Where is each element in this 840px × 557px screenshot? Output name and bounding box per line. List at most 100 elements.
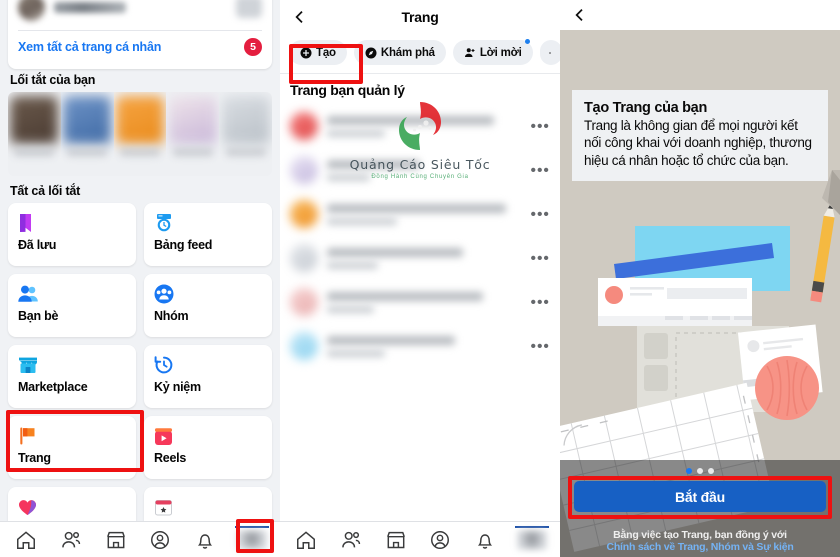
- start-button[interactable]: Bắt đầu: [574, 481, 826, 512]
- panel-create-page: Tạo Trang của bạn Trang là không gian để…: [560, 0, 840, 557]
- nav-profile-icon[interactable]: [145, 527, 175, 553]
- table-row[interactable]: •••: [280, 236, 560, 280]
- carousel-dot-active[interactable]: [686, 468, 692, 474]
- avatar: [290, 332, 318, 360]
- page-name-redacted: [327, 335, 522, 357]
- nav-home-icon[interactable]: [11, 527, 41, 553]
- active-indicator: [514, 525, 549, 528]
- carousel-dot[interactable]: [708, 468, 714, 474]
- nav-menu-avatar[interactable]: [514, 525, 549, 553]
- shortcut-item[interactable]: [114, 92, 167, 176]
- tile-saved[interactable]: Đã lưu: [8, 203, 136, 266]
- table-row[interactable]: •••: [280, 104, 560, 148]
- avatar: [290, 244, 318, 272]
- see-all-profiles-label: Xem tất cả trang cá nhân: [18, 40, 162, 54]
- legal-policy-link[interactable]: Chính sách về Trang, Nhóm và Sự kiện: [576, 541, 824, 554]
- nav-notifications-icon[interactable]: [470, 527, 500, 553]
- reels-icon: [154, 425, 262, 447]
- table-row[interactable]: •••: [280, 280, 560, 324]
- chip-kham-pha[interactable]: Khám phá: [353, 40, 446, 65]
- tile-label: Đã lưu: [18, 238, 57, 252]
- shortcut-item[interactable]: [219, 92, 272, 176]
- tile-label: Kỷ niệm: [154, 380, 201, 394]
- bookmark-icon: [18, 212, 126, 234]
- create-page-body: Tạo Trang của bạn Trang là không gian để…: [560, 30, 840, 557]
- page-name-redacted: [327, 159, 522, 181]
- shortcut-tile-grid: Đã lưu Bảng feed Bạn bè Nhóm Marketplace…: [8, 203, 272, 550]
- profile-name-redacted: [54, 1, 126, 13]
- groups-icon: [154, 283, 262, 305]
- back-button[interactable]: [572, 7, 588, 23]
- menu-avatar: [236, 529, 267, 550]
- shortcut-item[interactable]: [61, 92, 114, 176]
- pages-flag-icon: [18, 425, 126, 447]
- avatar: [290, 112, 318, 140]
- tile-label: Bạn bè: [18, 309, 59, 323]
- more-options-icon[interactable]: •••: [531, 206, 550, 223]
- table-row[interactable]: •••: [280, 148, 560, 192]
- more-options-icon[interactable]: •••: [531, 294, 550, 311]
- nav-notifications-icon[interactable]: [190, 527, 220, 553]
- nav-friends-icon[interactable]: [56, 527, 86, 553]
- tile-marketplace[interactable]: Marketplace: [8, 345, 136, 408]
- tile-feeds[interactable]: Bảng feed: [144, 203, 272, 266]
- page-name-redacted: [327, 291, 522, 313]
- shortcut-item[interactable]: [166, 92, 219, 176]
- profile-thumb-redacted: [236, 0, 262, 18]
- shortcuts-heading: Lối tắt của bạn: [10, 73, 96, 87]
- tile-pages[interactable]: Trang: [8, 416, 136, 479]
- shortcuts-strip[interactable]: [8, 92, 272, 176]
- nav-home-icon[interactable]: [291, 527, 321, 553]
- create-page-description: Trang là không gian để mọi người kết nối…: [584, 118, 812, 168]
- chip-loi-moi[interactable]: Lời mời: [452, 39, 533, 65]
- legal-line-1: Bằng việc tạo Trang, bạn đồng ý với: [613, 529, 787, 542]
- avatar: [290, 288, 318, 316]
- friends-icon: [18, 283, 126, 305]
- tile-memories[interactable]: Kỷ niệm: [144, 345, 272, 408]
- chip-tao[interactable]: Tạo: [289, 40, 347, 65]
- nav-friends-icon[interactable]: [336, 527, 366, 553]
- create-page-title: Tạo Trang của bạn: [584, 100, 708, 116]
- create-page-header: [560, 0, 840, 30]
- more-options-icon[interactable]: •••: [531, 338, 550, 355]
- see-all-profiles-row[interactable]: Xem tất cả trang cá nhân 5: [8, 31, 272, 63]
- tile-reels[interactable]: Reels: [144, 416, 272, 479]
- chip-partial-next[interactable]: [539, 40, 560, 65]
- bottom-nav: [0, 521, 280, 557]
- screenshot-root: Xem tất cả trang cá nhân 5 Lối tắt của b…: [0, 0, 840, 557]
- panel-pages-list: Trang Tạo Khám phá Lời mời Trang bạn quả…: [280, 0, 560, 557]
- tile-friends[interactable]: Bạn bè: [8, 274, 136, 337]
- memories-icon: [154, 354, 262, 376]
- more-chip-icon: [549, 51, 551, 54]
- carousel-dots[interactable]: [560, 468, 840, 474]
- profile-row[interactable]: [8, 0, 272, 30]
- table-row[interactable]: •••: [280, 192, 560, 236]
- shortcut-item[interactable]: [8, 92, 61, 176]
- more-options-icon[interactable]: •••: [531, 118, 550, 135]
- unread-dot: [524, 39, 530, 44]
- nav-marketplace-icon[interactable]: [381, 527, 411, 553]
- menu-scroll-area[interactable]: Xem tất cả trang cá nhân 5 Lối tắt của b…: [0, 0, 280, 550]
- tile-groups[interactable]: Nhóm: [144, 274, 272, 337]
- tile-label: Trang: [18, 451, 51, 465]
- page-name-redacted: [327, 247, 522, 269]
- panel-facebook-menu: Xem tất cả trang cá nhân 5 Lối tắt của b…: [0, 0, 280, 557]
- carousel-dot[interactable]: [697, 468, 703, 474]
- pages-chip-bar: Tạo Khám phá Lời mời: [280, 34, 560, 74]
- table-row[interactable]: •••: [280, 324, 560, 368]
- nav-menu-avatar[interactable]: [234, 525, 269, 553]
- page-title: Trang: [401, 9, 439, 25]
- all-shortcuts-heading: Tất cả lối tắt: [10, 184, 81, 198]
- more-options-icon[interactable]: •••: [531, 250, 550, 267]
- nav-marketplace-icon[interactable]: [101, 527, 131, 553]
- bottom-nav: [280, 521, 560, 557]
- compass-icon: [365, 47, 377, 58]
- nav-profile-icon[interactable]: [425, 527, 455, 553]
- pages-header: Trang: [280, 0, 560, 34]
- plus-circle-icon: [300, 47, 312, 58]
- dating-heart-icon: [18, 496, 126, 518]
- page-name-redacted: [327, 203, 522, 225]
- chip-label: Lời mời: [479, 46, 522, 59]
- person-add-icon: [464, 47, 475, 57]
- more-options-icon[interactable]: •••: [531, 162, 550, 179]
